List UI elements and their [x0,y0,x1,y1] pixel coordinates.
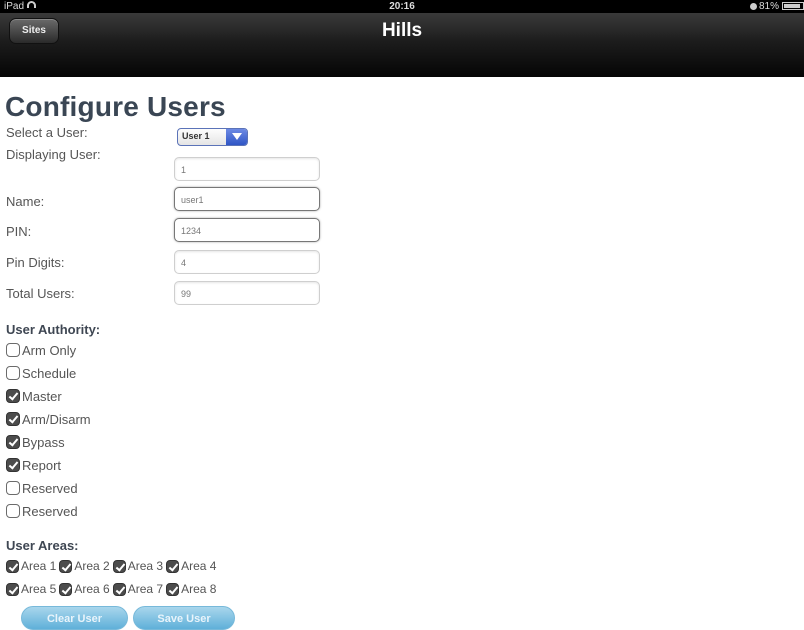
authority-checkbox[interactable]: Master [6,386,62,406]
authority-label: Arm/Disarm [22,411,91,427]
checkmark-icon [112,582,126,596]
area-checkbox[interactable]: Area 1 [6,559,56,573]
authority-label: Arm Only [22,342,77,358]
select-user-label: Select a User: [6,125,88,140]
clock: 20:16 [389,1,415,12]
area-checkbox[interactable]: Area 5 [6,582,56,596]
checkbox-icon [6,504,20,518]
area-checkbox[interactable]: Area 8 [166,582,216,596]
area-checkbox[interactable]: Area 4 [166,559,216,573]
authority-label: Schedule [22,365,77,381]
pin-label: PIN: [6,224,32,239]
user-areas-heading: User Areas: [6,538,79,553]
battery-percent: 81% [758,1,779,12]
area-label: Area 5 [21,582,57,596]
displaying-user-field[interactable]: 1 [174,157,320,181]
pin-field[interactable]: 1234 [174,218,320,242]
authority-checkbox[interactable]: Reserved [6,501,78,521]
user-authority-heading: User Authority: [6,322,101,337]
authority-checkbox[interactable]: Arm/Disarm [6,409,91,429]
clear-user-button[interactable]: Clear User [21,606,128,630]
area-label: Area 4 [181,559,217,573]
battery-icon [782,2,804,10]
name-label: Name: [6,194,45,209]
authority-checkbox[interactable]: Arm Only [6,340,76,360]
checkbox-icon [6,481,20,495]
checkmark-icon [6,389,20,403]
user-select-value: User 1 [182,131,210,141]
areas-row-2: Area 5 Area 6 Area 7 Area 8 [6,580,219,598]
save-user-button[interactable]: Save User [133,606,235,630]
area-checkbox[interactable]: Area 3 [112,559,164,573]
authority-label: Bypass [22,434,65,450]
area-checkbox[interactable]: Area 6 [59,582,110,596]
checkmark-icon [6,458,20,472]
nav-bar: Sites Hills [0,13,804,77]
name-field[interactable]: user1 [174,187,320,211]
checkmark-icon [6,559,19,573]
checkmark-icon [112,559,126,573]
rotation-lock-icon [749,3,757,10]
checkbox-icon [6,343,20,357]
page-title: Configure Users [5,91,226,122]
checkmark-icon [59,559,73,573]
authority-checkbox[interactable]: Reserved [6,478,78,498]
area-label: Area 2 [74,559,110,573]
authority-checkbox[interactable]: Schedule [6,363,76,383]
total-users-label: Total Users: [6,286,75,301]
displaying-user-label: Displaying User: [6,147,101,162]
checkmark-icon [6,412,20,426]
pin-digits-label: Pin Digits: [6,255,65,270]
authority-label: Reserved [22,480,78,496]
checkmark-icon [166,559,180,573]
area-label: Area 8 [181,582,217,596]
authority-label: Master [22,388,62,404]
chevron-down-icon [226,129,247,145]
checkbox-icon [6,366,20,380]
area-label: Area 7 [127,582,164,596]
checkmark-icon [166,582,180,596]
areas-row-1: Area 1 Area 2 Area 3 Area 4 [6,557,219,575]
total-users-field[interactable]: 99 [174,281,320,305]
checkmark-icon [59,582,73,596]
checkmark-icon [6,582,19,596]
checkmark-icon [6,435,20,449]
area-label: Area 6 [74,582,110,596]
user-select[interactable]: User 1 [177,128,248,146]
authority-label: Reserved [22,503,78,519]
area-checkbox[interactable]: Area 2 [59,559,110,573]
authority-checkbox[interactable]: Bypass [6,432,65,452]
status-bar: iPad 20:16 81% [0,0,804,13]
pin-digits-field[interactable]: 4 [174,250,320,274]
authority-label: Report [22,457,62,473]
area-label: Area 3 [127,559,164,573]
battery-area: 81% [749,0,804,13]
authority-checkbox[interactable]: Report [6,455,61,475]
nav-title: Hills [381,20,423,41]
area-checkbox[interactable]: Area 7 [112,582,164,596]
area-label: Area 1 [21,559,57,573]
